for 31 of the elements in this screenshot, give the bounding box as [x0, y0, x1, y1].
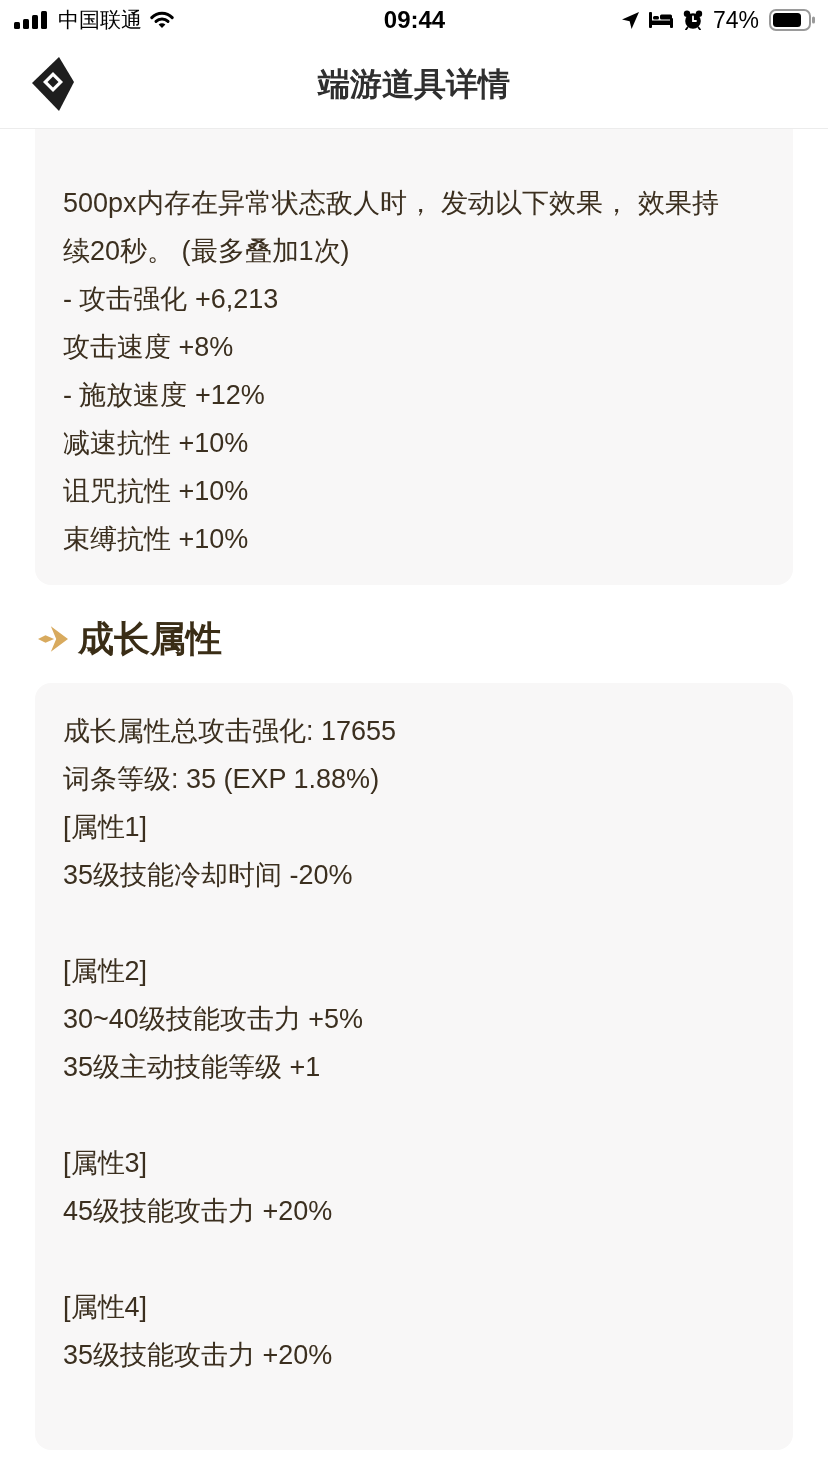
attribute-effect: 30~40级技能攻击力 +5%	[63, 1003, 364, 1036]
effect-line: - 攻击强化 +6,213	[63, 283, 279, 316]
wifi-icon	[150, 11, 174, 29]
effect-line: 诅咒抗性 +10%	[63, 475, 249, 508]
section-title: 成长属性	[78, 617, 222, 661]
page-title: 端游道具详情	[318, 65, 510, 104]
attribute-effect: 45级技能攻击力 +20%	[63, 1195, 333, 1228]
battery-icon	[769, 9, 815, 31]
attribute-effect: 35级主动技能等级 +1	[63, 1051, 321, 1084]
effect-line: 束缚抗性 +10%	[63, 523, 249, 556]
summary-line: 成长属性总攻击强化: 17655	[63, 715, 397, 748]
logo-icon	[32, 57, 74, 111]
bed-icon	[648, 12, 673, 28]
arrow-icon	[38, 624, 68, 654]
attribute-effect: 35级技能冷却时间 -20%	[63, 859, 353, 892]
effect-line: - 施放速度 +12%	[63, 379, 265, 412]
location-arrow-icon	[621, 11, 639, 29]
effect-description: 500px内存在异常状态敌人时， 发动以下效果， 效果持续20秒。 (最多叠加1次)	[63, 187, 720, 268]
carrier-name: 中国联通	[58, 7, 142, 33]
attribute-label: [属性1]	[63, 811, 148, 844]
status-time: 09:44	[383, 6, 446, 34]
signal-icon	[14, 11, 48, 29]
effect-line: 减速抗性 +10%	[63, 427, 249, 460]
effect-line: 攻击速度 +8%	[63, 331, 234, 364]
summary-line: 词条等级: 35 (EXP 1.88%)	[63, 763, 380, 796]
attribute-effect: 35级技能攻击力 +20%	[63, 1339, 333, 1372]
attribute-label: [属性3]	[63, 1147, 148, 1180]
attribute-label: [属性4]	[63, 1291, 148, 1324]
battery-percent: 74%	[712, 6, 759, 34]
alarm-clock-icon	[682, 10, 703, 30]
attribute-label: [属性2]	[63, 955, 148, 988]
